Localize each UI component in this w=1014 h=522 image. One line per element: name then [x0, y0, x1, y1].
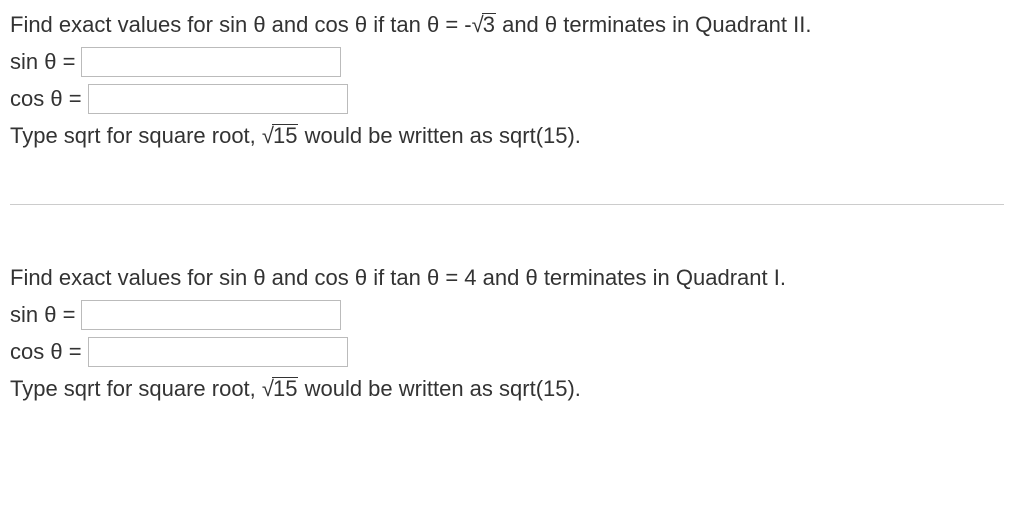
- radicand: 15: [272, 377, 298, 400]
- question-suffix: and θ terminates in Quadrant II.: [496, 12, 812, 37]
- question-text-2: Find exact values for sin θ and cos θ if…: [10, 261, 1004, 294]
- cos-input-1[interactable]: [88, 84, 348, 114]
- hint-suffix: would be written as sqrt(15).: [298, 376, 580, 401]
- hint-1: Type sqrt for square root, √15 would be …: [10, 119, 1004, 152]
- problem-2: Find exact values for sin θ and cos θ if…: [10, 205, 1004, 457]
- sin-row-2: sin θ =: [10, 298, 1004, 331]
- cos-row-1: cos θ =: [10, 82, 1004, 115]
- cos-input-2[interactable]: [88, 337, 348, 367]
- sqrt-icon: √3: [472, 8, 496, 41]
- hint-prefix: Type sqrt for square root,: [10, 123, 262, 148]
- sqrt-icon: √15: [262, 119, 299, 152]
- radicand: 3: [482, 13, 496, 36]
- sqrt-icon: √15: [262, 372, 299, 405]
- radicand: 15: [272, 124, 298, 147]
- sin-input-2[interactable]: [81, 300, 341, 330]
- cos-label: cos θ =: [10, 82, 82, 115]
- sin-input-1[interactable]: [81, 47, 341, 77]
- sin-label: sin θ =: [10, 298, 75, 331]
- sin-row-1: sin θ =: [10, 45, 1004, 78]
- problem-1: Find exact values for sin θ and cos θ if…: [10, 8, 1004, 204]
- question-text-1: Find exact values for sin θ and cos θ if…: [10, 8, 1004, 41]
- question-prefix: Find exact values for sin θ and cos θ if…: [10, 12, 472, 37]
- sin-label: sin θ =: [10, 45, 75, 78]
- cos-row-2: cos θ =: [10, 335, 1004, 368]
- hint-prefix: Type sqrt for square root,: [10, 376, 262, 401]
- hint-2: Type sqrt for square root, √15 would be …: [10, 372, 1004, 405]
- hint-suffix: would be written as sqrt(15).: [298, 123, 580, 148]
- cos-label: cos θ =: [10, 335, 82, 368]
